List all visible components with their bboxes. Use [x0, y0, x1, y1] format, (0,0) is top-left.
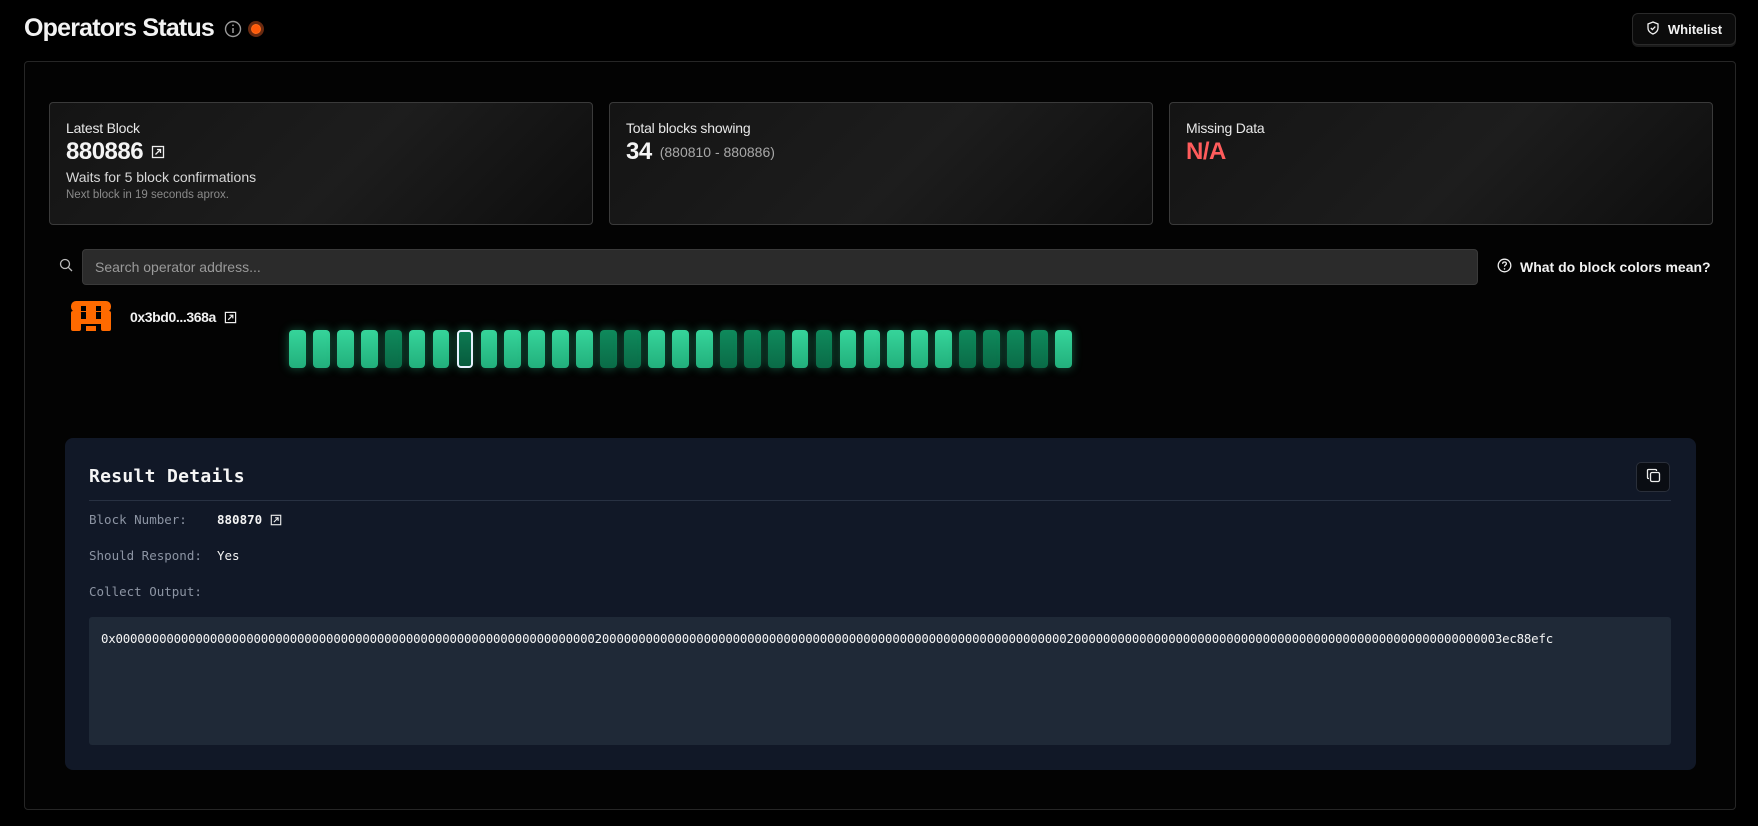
block-cell[interactable] — [672, 330, 689, 368]
operator-logo — [69, 299, 113, 335]
copy-icon — [1646, 468, 1661, 487]
question-circle-icon — [1497, 258, 1512, 276]
block-cell[interactable] — [767, 330, 785, 368]
whitelist-label: Whitelist — [1667, 21, 1723, 37]
block-colors-help-link[interactable]: What do block colors mean? — [1497, 258, 1711, 276]
block-cell[interactable] — [576, 330, 594, 368]
block-cell[interactable] — [1055, 330, 1072, 368]
block-range: (880810 - 880886) — [659, 144, 775, 160]
block-cell[interactable] — [600, 330, 617, 368]
copy-button[interactable] — [1636, 462, 1670, 492]
search-icon — [59, 258, 73, 277]
shield-check-icon — [1646, 20, 1660, 38]
missing-data-card: Missing Data N/A — [1169, 102, 1713, 225]
block-cell[interactable] — [528, 330, 546, 368]
search-operator-input[interactable] — [82, 249, 1478, 285]
divider — [89, 500, 1671, 501]
block-colors-help-label: What do block colors mean? — [1520, 259, 1711, 275]
external-link-icon[interactable] — [224, 311, 237, 324]
external-link-icon[interactable] — [151, 145, 165, 159]
block-cell[interactable] — [935, 330, 953, 368]
block-cell[interactable] — [624, 330, 641, 368]
block-status-bar — [289, 330, 1072, 368]
block-cell[interactable] — [791, 330, 809, 368]
block-cell[interactable] — [552, 330, 570, 368]
page-header: Operators Status — [24, 14, 265, 43]
block-cell[interactable] — [648, 330, 665, 368]
block-cell[interactable] — [1031, 330, 1048, 368]
block-cell[interactable] — [863, 330, 881, 368]
total-blocks-card: Total blocks showing 34 (880810 - 880886… — [609, 102, 1153, 225]
latest-block-card: Latest Block 880886 Waits for 5 block co… — [49, 102, 593, 225]
external-link-icon[interactable] — [270, 514, 282, 526]
block-cell[interactable] — [983, 330, 1000, 368]
block-cell[interactable] — [408, 330, 426, 368]
block-cell[interactable] — [1007, 330, 1024, 368]
should-respond-row: Should Respond: Yes — [89, 548, 240, 563]
next-block-text: Next block in 19 seconds aprox. — [66, 189, 230, 201]
latest-block-label: Latest Block — [66, 120, 140, 136]
block-cell[interactable] — [743, 330, 761, 368]
block-number-row: Block Number: 880870 — [89, 512, 282, 527]
block-cell[interactable] — [695, 330, 713, 368]
block-cell[interactable] — [719, 330, 737, 368]
result-details-title: Result Details — [89, 466, 245, 487]
page-title: Operators Status — [24, 14, 215, 42]
block-cell[interactable] — [432, 330, 450, 368]
total-blocks-value: 34 — [626, 138, 652, 165]
missing-data-value: N/A — [1186, 138, 1226, 165]
collect-output-value[interactable]: 0x00000000000000000000000000000000000000… — [89, 617, 1671, 745]
total-blocks-value-row: 34 (880810 - 880886) — [626, 138, 1136, 166]
info-icon[interactable] — [224, 20, 242, 38]
block-cell[interactable] — [360, 330, 378, 368]
block-confirmations-text: Waits for 5 block confirmations — [66, 169, 257, 185]
total-blocks-label: Total blocks showing — [626, 120, 751, 136]
block-cell[interactable] — [312, 330, 330, 368]
block-cell[interactable] — [839, 330, 857, 368]
operators-panel: Latest Block 880886 Waits for 5 block co… — [24, 61, 1736, 810]
live-status-dot — [248, 20, 265, 37]
should-respond-value: Yes — [217, 548, 240, 563]
block-cell[interactable] — [959, 330, 977, 368]
block-cell[interactable] — [480, 330, 498, 368]
block-cell[interactable] — [887, 330, 905, 368]
operator-row: 0x3bd0...368a — [69, 292, 237, 342]
whitelist-button[interactable]: Whitelist — [1632, 13, 1736, 45]
block-cell[interactable] — [336, 330, 354, 368]
should-respond-label: Should Respond: — [89, 548, 202, 563]
missing-data-label: Missing Data — [1186, 120, 1265, 136]
operator-address[interactable]: 0x3bd0...368a — [130, 309, 216, 325]
block-cell[interactable] — [815, 330, 833, 368]
result-details-panel: Result Details Block Number: 880870 Shou… — [65, 438, 1696, 770]
block-number-value-row: 880870 — [217, 512, 282, 527]
block-cell[interactable] — [504, 330, 522, 368]
block-cell[interactable] — [289, 330, 306, 368]
block-number-value[interactable]: 880870 — [217, 512, 262, 527]
block-cell[interactable] — [384, 330, 402, 368]
block-cell[interactable] — [911, 330, 929, 368]
collect-output-label: Collect Output: — [89, 584, 202, 599]
collect-output-row: Collect Output: — [89, 584, 217, 599]
latest-block-value: 880886 — [66, 138, 144, 165]
latest-block-value-row: 880886 — [66, 138, 576, 166]
block-cell-selected[interactable] — [456, 330, 474, 368]
block-number-label: Block Number: — [89, 512, 187, 527]
